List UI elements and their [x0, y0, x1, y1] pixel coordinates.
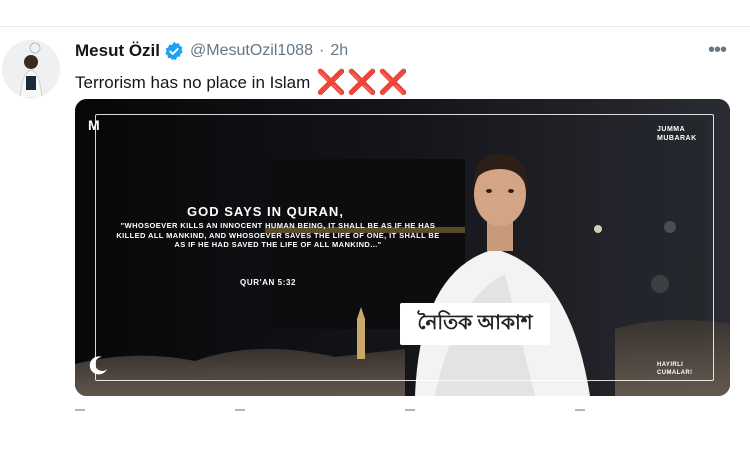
top-divider [0, 26, 750, 27]
display-name[interactable]: Mesut Özil [75, 41, 160, 61]
crescent-moon-icon [89, 356, 107, 375]
tweet-media-image[interactable]: M JUMMA MUBARAK GOD SAYS IN QURAN, "WHOS… [75, 99, 730, 396]
jumma-mubarak-label: JUMMA MUBARAK [657, 126, 697, 142]
tweet-header: Mesut Özil @MesutOzil1088 · 2h [75, 40, 348, 62]
user-handle[interactable]: @MesutOzil1088 [190, 42, 313, 60]
quran-headline: GOD SAYS IN QURAN, [187, 204, 344, 219]
watermark-logo: নৈতিক আকাশ [400, 303, 550, 345]
cross-mark-emoji: ❌❌❌ [316, 69, 409, 96]
tweet-text: Terrorism has no place in Islam ❌❌❌ [75, 68, 409, 97]
more-options-icon[interactable]: ••• [708, 40, 727, 60]
hayirli-cumalar-label: HAYIRLI CUMALAR! [657, 362, 693, 376]
quran-quote: "WHOSOEVER KILLS AN INNOCENT HUMAN BEING… [116, 221, 440, 249]
separator-dot: · [318, 42, 325, 59]
avatar-image [2, 40, 60, 98]
timestamp[interactable]: 2h [330, 42, 348, 60]
tweet-body: Terrorism has no place in Islam [75, 72, 311, 92]
verified-badge-icon [165, 41, 183, 61]
action-bar-partial [75, 409, 585, 411]
avatar[interactable] [2, 40, 60, 98]
quran-reference: QUR'AN 5:32 [240, 278, 297, 287]
m10-logo: M [88, 117, 100, 133]
